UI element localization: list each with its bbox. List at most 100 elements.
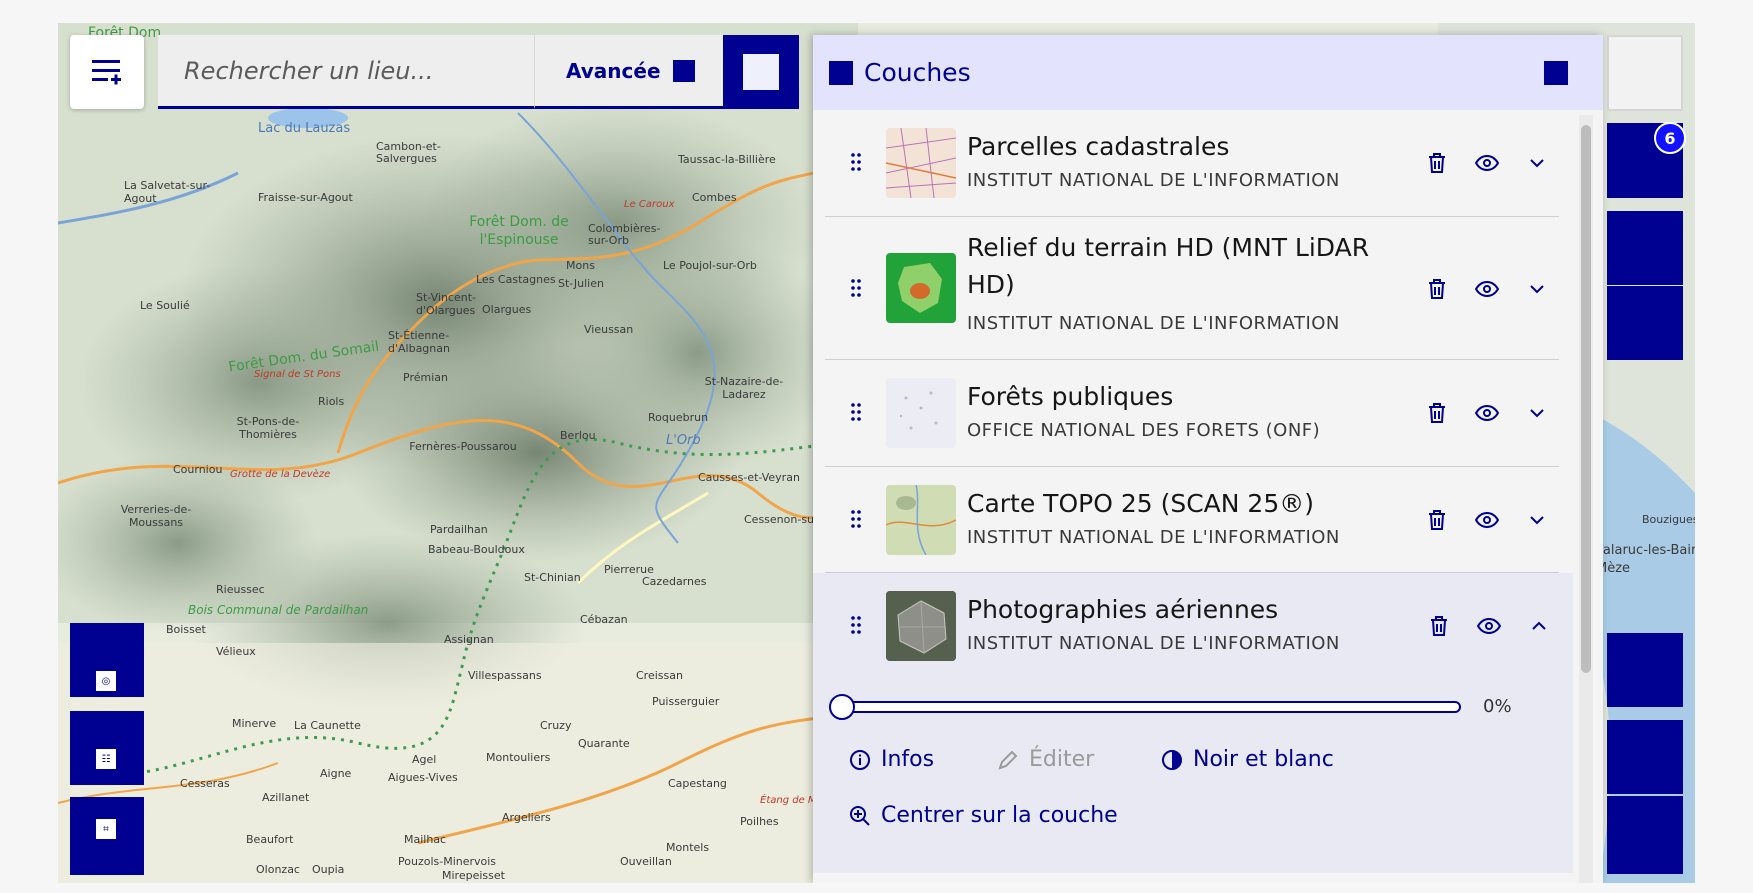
map-label: Balaruc-les-Bains [1594, 543, 1695, 558]
center-on-layer-label: Centrer sur la couche [881, 803, 1118, 828]
layer-source: INSTITUT NATIONAL DE L'INFORMATION [967, 527, 1340, 548]
scrollbar-thumb[interactable] [1581, 125, 1591, 673]
layer-source: INSTITUT NATIONAL DE L'INFORMATION [967, 313, 1340, 334]
center-on-layer-button[interactable]: Centrer sur la couche [849, 803, 1118, 828]
map-label: Le Soulié [140, 299, 190, 312]
layer-title: Photographies aériennes [967, 595, 1279, 624]
layer-item[interactable]: Relief du terrain HD (MNT LiDAR HD) INST… [825, 217, 1559, 360]
drag-handle-icon[interactable] [850, 152, 862, 172]
edit-button[interactable]: Éditer [997, 747, 1094, 772]
toolbar-button-3[interactable] [1607, 286, 1683, 360]
map-label: Pouzols-Minervois [398, 855, 497, 868]
close-icon[interactable] [1544, 61, 1568, 85]
measure-icon: ⌗ [96, 819, 116, 839]
toolbar-button-2[interactable] [1607, 211, 1683, 285]
map-label: St-Pons-de-Thomières [236, 415, 300, 441]
advanced-search-toggle[interactable]: Avancée [534, 35, 723, 109]
map-label: Montouliers [486, 751, 551, 764]
map-label: Cazedarnes [642, 575, 707, 588]
map-label: Argeliers [502, 811, 551, 824]
chevron-down-icon[interactable] [1525, 151, 1549, 175]
layer-item[interactable]: Carte TOPO 25 (SCAN 25®) INSTITUT NATION… [825, 467, 1559, 573]
layer-item-expanded[interactable]: Photographies aériennes INSTITUT NATIONA… [813, 573, 1573, 873]
opacity-slider-handle[interactable] [829, 694, 855, 720]
layer-thumbnail [886, 485, 956, 555]
map-label: Cébazan [580, 613, 628, 626]
chevron-down-icon[interactable] [1525, 401, 1549, 425]
map-label: Prémian [403, 371, 448, 384]
pencil-icon [998, 750, 1018, 770]
layer-actions [1425, 151, 1549, 175]
delete-icon[interactable] [1425, 508, 1449, 532]
map-label: Rieussec [216, 583, 265, 596]
map-label: Aigues-Vives [388, 771, 458, 784]
map-label: Boisset [166, 623, 206, 636]
legend-button[interactable]: ☷ [70, 711, 144, 785]
visibility-eye-icon[interactable] [1475, 401, 1499, 425]
delete-icon[interactable] [1427, 614, 1451, 638]
panel-title: Couches [864, 58, 971, 87]
layer-item[interactable]: Forêts publiques OFFICE NATIONAL DES FOR… [825, 360, 1559, 467]
map-label: St-Julien [558, 277, 604, 290]
delete-icon[interactable] [1425, 401, 1449, 425]
map-label: Puisserguier [652, 695, 720, 708]
toolbar-button-4[interactable] [1607, 633, 1683, 707]
layers-icon [829, 60, 853, 85]
chevron-down-icon[interactable] [1525, 277, 1549, 301]
map-label: Vélieux [216, 645, 256, 658]
geolocate-button[interactable]: ◎ [70, 623, 144, 697]
drag-handle-icon[interactable] [850, 402, 862, 422]
map-label: Riols [318, 395, 345, 408]
drag-handle-icon[interactable] [850, 278, 862, 298]
geolocate-icon: ◎ [96, 671, 116, 691]
toolbar-button-6[interactable] [1607, 796, 1683, 874]
visibility-eye-icon[interactable] [1475, 508, 1499, 532]
map-label: Montels [666, 841, 710, 854]
map-label: Les Castagnes [476, 273, 556, 286]
map-label: St-Nazaire-de-Ladarez [704, 375, 784, 401]
search-input[interactable] [158, 35, 534, 109]
infos-button[interactable]: Infos [849, 747, 934, 772]
map-label: Quarante [578, 737, 630, 750]
drag-handle-icon[interactable] [850, 509, 862, 529]
right-toolbar-top-button[interactable] [1607, 35, 1683, 111]
black-white-label: Noir et blanc [1193, 747, 1334, 772]
map-label: Cambon-et-Salvergues [376, 140, 441, 165]
info-icon [850, 749, 870, 770]
layer-list: Parcelles cadastrales INSTITUT NATIONAL … [813, 110, 1573, 873]
visibility-eye-icon[interactable] [1475, 277, 1499, 301]
map-label: Cesseras [180, 777, 230, 790]
opacity-slider[interactable]: 0% [823, 687, 1523, 727]
map-label: Colombières-sur-Orb [588, 222, 661, 247]
map-label: La Salvetat-sur-Agout [124, 179, 211, 205]
visibility-eye-icon[interactable] [1477, 614, 1501, 638]
delete-icon[interactable] [1425, 151, 1449, 175]
black-white-button[interactable]: Noir et blanc [1161, 747, 1334, 772]
delete-icon[interactable] [1425, 277, 1449, 301]
map-label: Cruzy [540, 719, 572, 732]
map-label: St-Chinian [524, 571, 581, 584]
map-label: Villespassans [468, 669, 542, 682]
add-layer-menu-button[interactable] [70, 35, 144, 109]
search-button[interactable] [723, 35, 799, 109]
layers-count-badge: 6 [1654, 122, 1686, 154]
measure-button[interactable]: ⌗ [70, 797, 144, 875]
layer-item[interactable]: Parcelles cadastrales INSTITUT NATIONAL … [825, 110, 1559, 217]
map-label: Bois Communal de Pardailhan [188, 603, 369, 617]
layer-thumbnail [886, 128, 956, 198]
map-label: Mailhac [404, 833, 447, 846]
map-label: Olonzac [256, 863, 300, 876]
drag-handle-icon[interactable] [850, 615, 862, 635]
map-label: Lac du Lauzas [258, 121, 351, 136]
chevron-up-icon[interactable] [1527, 614, 1551, 638]
chevron-down-icon[interactable] [1525, 508, 1549, 532]
layer-source: INSTITUT NATIONAL DE L'INFORMATION [967, 633, 1340, 654]
opacity-slider-track[interactable] [841, 701, 1461, 713]
toolbar-button-5[interactable] [1607, 720, 1683, 794]
map-label: Taussac-la-Billière [678, 153, 776, 166]
map-label: Agel [412, 753, 437, 766]
map-label: Beaufort [246, 833, 294, 846]
map-label: Roquebrun [648, 411, 709, 424]
map-label: Pardailhan [430, 523, 488, 536]
visibility-eye-icon[interactable] [1475, 151, 1499, 175]
